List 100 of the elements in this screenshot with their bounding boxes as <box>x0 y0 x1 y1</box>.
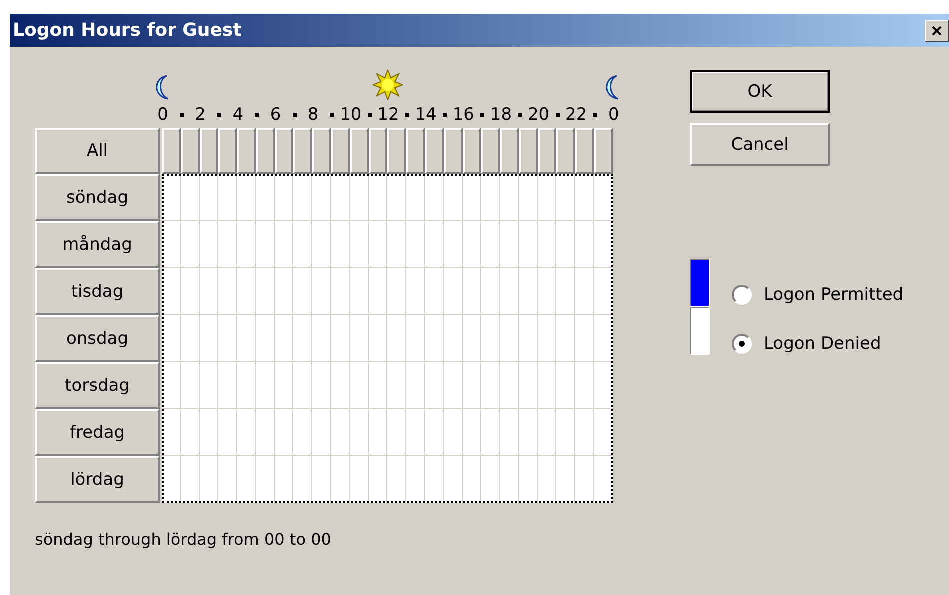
hour-cell[interactable] <box>462 174 482 221</box>
hour-column-button[interactable] <box>331 128 350 174</box>
hour-column-button[interactable] <box>462 128 482 174</box>
hour-cell[interactable] <box>444 362 462 409</box>
hour-cell[interactable] <box>218 362 238 409</box>
hour-cell[interactable] <box>368 221 388 268</box>
hour-cell[interactable] <box>575 221 594 268</box>
hour-column-button[interactable] <box>256 128 275 174</box>
hour-cell[interactable] <box>350 315 369 362</box>
hour-cell[interactable] <box>331 174 350 221</box>
hour-column-button[interactable] <box>350 128 369 174</box>
hour-cell[interactable] <box>200 315 218 362</box>
hour-cell[interactable] <box>538 456 556 503</box>
hour-cell[interactable] <box>518 456 538 503</box>
hour-cell[interactable] <box>162 315 181 362</box>
hour-cell[interactable] <box>424 315 444 362</box>
hour-cell[interactable] <box>237 221 256 268</box>
dialog-button[interactable]: Cancel <box>690 123 830 166</box>
hour-cell[interactable] <box>256 221 275 268</box>
hour-cell[interactable] <box>218 221 238 268</box>
hour-cell[interactable] <box>312 456 332 503</box>
hour-cell[interactable] <box>237 268 256 315</box>
hour-cell[interactable] <box>538 409 556 456</box>
hour-cell[interactable] <box>500 268 519 315</box>
hour-column-button[interactable] <box>293 128 312 174</box>
hour-cell[interactable] <box>406 221 425 268</box>
hour-cell[interactable] <box>462 221 482 268</box>
hour-cell[interactable] <box>518 174 538 221</box>
hour-cell[interactable] <box>444 268 462 315</box>
hour-cell[interactable] <box>293 362 312 409</box>
hour-cell[interactable] <box>218 315 238 362</box>
hour-cell[interactable] <box>518 315 538 362</box>
hour-cell[interactable] <box>594 174 613 221</box>
hour-cell[interactable] <box>594 362 613 409</box>
radio-button[interactable] <box>732 284 752 304</box>
day-button[interactable]: fredag <box>35 409 160 456</box>
hour-cell[interactable] <box>256 456 275 503</box>
hour-cell[interactable] <box>274 268 294 315</box>
select-all-button[interactable]: All <box>35 128 160 174</box>
hour-cell[interactable] <box>162 456 181 503</box>
hour-cell[interactable] <box>180 268 200 315</box>
hour-cell[interactable] <box>350 221 369 268</box>
hour-cell[interactable] <box>162 409 181 456</box>
hour-cell[interactable] <box>406 456 425 503</box>
hour-cell[interactable] <box>293 315 312 362</box>
hour-cell[interactable] <box>274 456 294 503</box>
hour-cell[interactable] <box>387 174 406 221</box>
hour-cell[interactable] <box>424 268 444 315</box>
hour-cell[interactable] <box>444 315 462 362</box>
hour-cell[interactable] <box>387 268 406 315</box>
hour-cell[interactable] <box>256 409 275 456</box>
hour-cell[interactable] <box>200 174 218 221</box>
hour-cell[interactable] <box>368 409 388 456</box>
hour-cell[interactable] <box>518 268 538 315</box>
hour-cell[interactable] <box>462 315 482 362</box>
hour-cell[interactable] <box>594 268 613 315</box>
hour-cell[interactable] <box>500 221 519 268</box>
hour-cell[interactable] <box>256 268 275 315</box>
hour-column-button[interactable] <box>575 128 594 174</box>
hour-cell[interactable] <box>406 174 425 221</box>
hour-cell[interactable] <box>387 409 406 456</box>
hour-cell[interactable] <box>274 409 294 456</box>
hour-cell[interactable] <box>162 221 181 268</box>
hour-column-button[interactable] <box>444 128 462 174</box>
hour-cell[interactable] <box>444 174 462 221</box>
hour-cell[interactable] <box>312 409 332 456</box>
hour-cell[interactable] <box>556 221 576 268</box>
hour-cell[interactable] <box>556 268 576 315</box>
hour-cell[interactable] <box>368 456 388 503</box>
hour-cell[interactable] <box>350 174 369 221</box>
hour-cell[interactable] <box>237 315 256 362</box>
hour-cell[interactable] <box>218 409 238 456</box>
hour-cell[interactable] <box>518 362 538 409</box>
hour-column-button[interactable] <box>424 128 444 174</box>
hour-cell[interactable] <box>256 315 275 362</box>
hour-column-button[interactable] <box>500 128 519 174</box>
hour-cell[interactable] <box>462 268 482 315</box>
hour-column-button[interactable] <box>200 128 218 174</box>
hour-cell[interactable] <box>331 409 350 456</box>
hour-column-button[interactable] <box>594 128 613 174</box>
hour-cell[interactable] <box>575 456 594 503</box>
hour-cell[interactable] <box>556 409 576 456</box>
hour-cell[interactable] <box>500 409 519 456</box>
hour-cell[interactable] <box>312 221 332 268</box>
hour-cell[interactable] <box>200 409 218 456</box>
day-button[interactable]: torsdag <box>35 362 160 409</box>
hour-cell[interactable] <box>481 315 500 362</box>
radio-label[interactable]: Logon Permitted <box>764 284 904 304</box>
hour-cell[interactable] <box>274 362 294 409</box>
hour-cell[interactable] <box>218 456 238 503</box>
hour-cell[interactable] <box>293 456 312 503</box>
hour-cell[interactable] <box>368 268 388 315</box>
hour-column-button[interactable] <box>538 128 556 174</box>
hour-cell[interactable] <box>237 174 256 221</box>
hour-cell[interactable] <box>256 362 275 409</box>
hour-column-button[interactable] <box>180 128 200 174</box>
hour-cell[interactable] <box>556 315 576 362</box>
hour-column-button[interactable] <box>162 128 181 174</box>
hour-cell[interactable] <box>575 409 594 456</box>
hour-cell[interactable] <box>594 409 613 456</box>
